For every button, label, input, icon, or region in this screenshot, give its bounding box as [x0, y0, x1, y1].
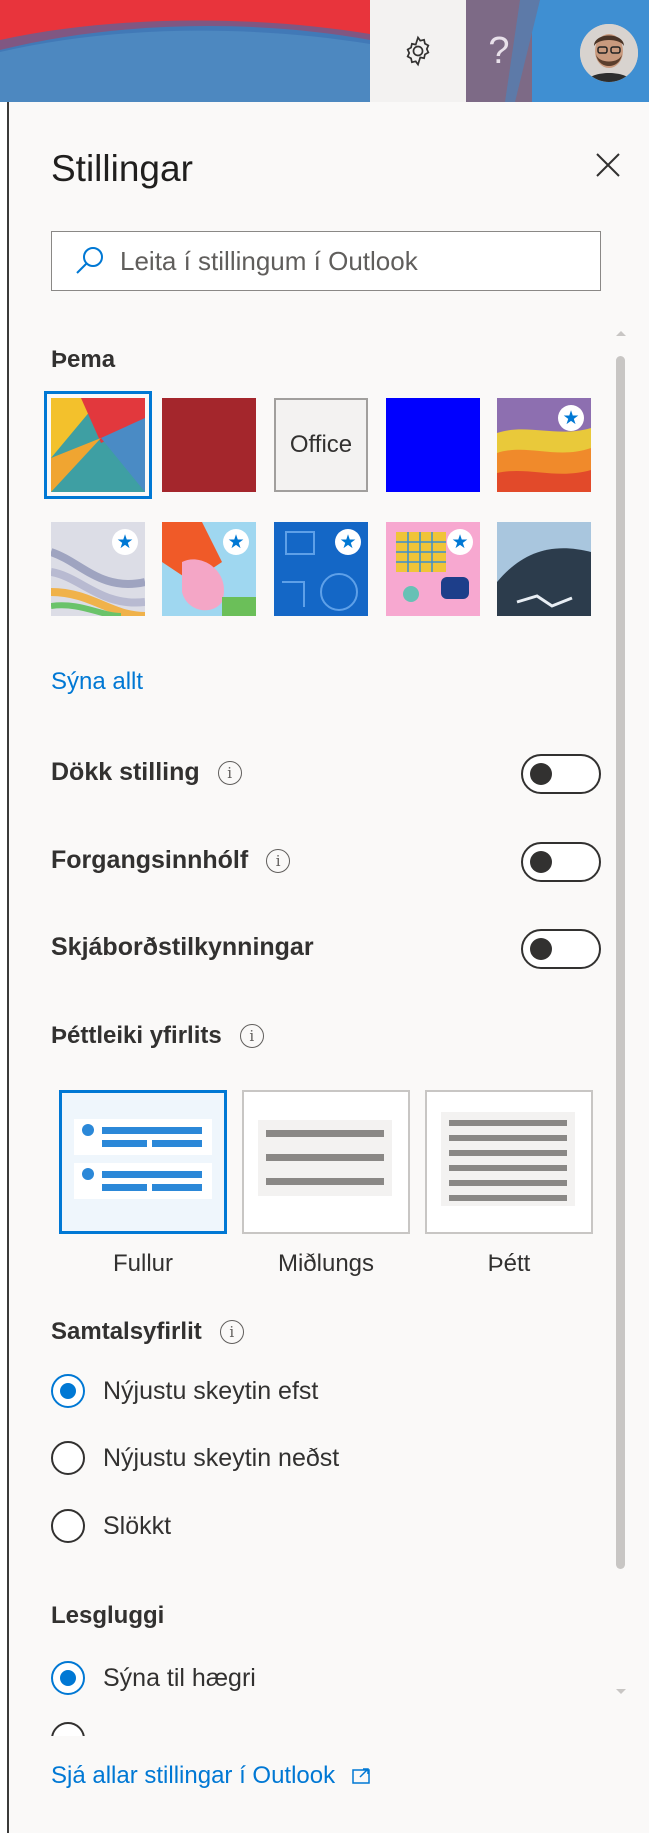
radio-selected[interactable] [51, 1661, 85, 1695]
dark-mode-text: Dökk stilling [51, 758, 200, 786]
window-edge [0, 102, 9, 1833]
focused-inbox-label: Forgangsinnhólf i [51, 846, 291, 875]
premium-star-icon: ★ [447, 529, 473, 555]
theme-swatch-office[interactable]: Office [274, 398, 368, 492]
desktop-notifications-toggle[interactable] [521, 929, 601, 969]
toggle-knob [530, 763, 552, 785]
gear-icon [406, 35, 430, 67]
toggle-knob [530, 851, 552, 873]
radio-unselected[interactable] [51, 1722, 85, 1736]
premium-star-icon: ★ [335, 529, 361, 555]
reading-pane-option-right[interactable]: Sýna til hægri [51, 1661, 256, 1695]
search-input[interactable] [118, 244, 562, 278]
density-compact-preview [441, 1112, 575, 1206]
scrollbar-thumb[interactable] [616, 356, 625, 1569]
desktop-notifications-label: Skjáborðstilkynningar [51, 933, 314, 962]
theme-swatch-circuit[interactable]: ★ [274, 522, 368, 616]
radio-unselected[interactable] [51, 1509, 85, 1543]
conversation-heading: Samtalsyfirlit i [51, 1318, 244, 1346]
theme-thumbnail [497, 522, 591, 616]
theme-thumbnail [51, 398, 145, 492]
reading-pane-heading: Lesgluggi [51, 1602, 165, 1629]
help-icon: ? [488, 29, 510, 72]
all-settings-link-text[interactable]: Sjá allar stillingar í Outlook [51, 1762, 335, 1790]
dark-mode-label: Dökk stilling i [51, 758, 242, 787]
info-icon[interactable]: i [266, 848, 291, 873]
density-heading-text: Þéttleiki yfirlits [51, 1022, 222, 1049]
info-icon[interactable]: i [239, 1024, 264, 1048]
theme-swatch-ribbons[interactable]: ★ [51, 522, 145, 616]
theme-swatch-colorful[interactable] [44, 391, 152, 499]
radio-label: Slökkt [103, 1511, 172, 1540]
density-label-medium: Miðlungs [277, 1250, 375, 1277]
density-heading: Þéttleiki yfirlits i [51, 1022, 264, 1050]
theme-swatch-dragon[interactable]: ★ [162, 522, 256, 616]
avatar[interactable] [580, 24, 638, 82]
panel-scrollbar[interactable] [612, 318, 630, 1708]
radio-partially-visible[interactable] [51, 1722, 85, 1736]
density-label-full: Fullur [112, 1250, 173, 1277]
info-icon[interactable]: i [219, 1320, 244, 1344]
show-all-themes-link[interactable]: Sýna allt [51, 668, 143, 696]
radio-label: Nýjustu skeytin efst [103, 1376, 319, 1405]
theme-swatch-mountain[interactable] [497, 522, 591, 616]
premium-star-icon: ★ [558, 405, 584, 431]
avatar-image [580, 24, 638, 82]
toggle-knob [530, 938, 552, 960]
conversation-option-newest-top[interactable]: Nýjustu skeytin efst [51, 1374, 318, 1408]
premium-star-icon: ★ [112, 529, 138, 555]
density-option-compact[interactable] [425, 1090, 593, 1234]
theme-office-label: Office [289, 431, 353, 458]
desktop-notifications-text: Skjáborðstilkynningar [51, 933, 314, 961]
radio-selected[interactable] [51, 1374, 85, 1408]
density-medium-preview [258, 1120, 392, 1196]
density-label-compact: Þétt [487, 1250, 531, 1277]
top-bar: ? [0, 0, 649, 102]
all-settings-link[interactable]: Sjá allar stillingar í Outlook [51, 1762, 373, 1790]
panel-title: Stillingar [51, 148, 193, 189]
conversation-option-off[interactable]: Slökkt [51, 1509, 171, 1543]
theme-swatch-red[interactable] [162, 398, 256, 492]
conversation-heading-text: Samtalsyfirlit [51, 1318, 202, 1345]
dark-mode-toggle[interactable] [521, 754, 601, 794]
density-option-full[interactable] [59, 1090, 227, 1234]
info-icon[interactable]: i [217, 760, 242, 785]
radio-label: Nýjustu skeytin neðst [103, 1443, 340, 1472]
theme-swatch-blue[interactable] [386, 398, 480, 492]
conversation-option-newest-bottom[interactable]: Nýjustu skeytin neðst [51, 1441, 339, 1475]
theme-heading: Þema [51, 346, 116, 373]
open-external-icon [352, 1768, 370, 1784]
focused-inbox-text: Forgangsinnhólf [51, 846, 249, 874]
density-full-preview [74, 1119, 212, 1199]
theme-header-graphic [0, 0, 649, 102]
scroll-up-icon[interactable] [612, 326, 630, 340]
premium-star-icon: ★ [223, 529, 249, 555]
settings-search[interactable] [51, 231, 601, 291]
search-icon [76, 247, 103, 274]
theme-swatch-game[interactable]: ★ [386, 522, 480, 616]
radio-label: Sýna til hægri [103, 1663, 256, 1692]
close-icon[interactable] [593, 150, 623, 180]
scroll-down-icon[interactable] [612, 1684, 630, 1698]
density-option-medium[interactable] [242, 1090, 410, 1234]
theme-swatch-sunset[interactable]: ★ [497, 398, 591, 492]
help-button[interactable]: ? [466, 0, 532, 102]
radio-unselected[interactable] [51, 1441, 85, 1475]
settings-gear-button[interactable] [370, 0, 466, 102]
focused-inbox-toggle[interactable] [521, 842, 601, 882]
